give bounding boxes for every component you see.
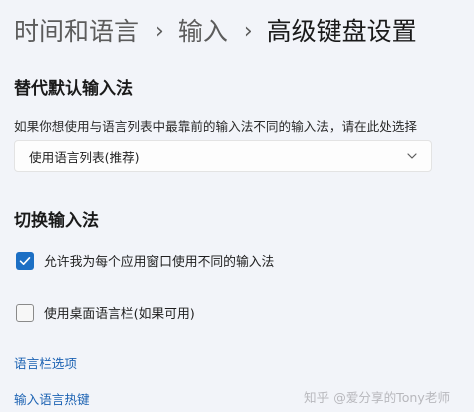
per-app-input-option[interactable]: 允许我为每个应用窗口使用不同的输入法	[16, 251, 274, 270]
chevron-down-icon	[407, 153, 417, 159]
breadcrumb-separator-icon: ›	[243, 19, 253, 44]
breadcrumb-typing[interactable]: 输入	[178, 12, 228, 52]
page-title: 高级键盘设置	[266, 17, 417, 46]
override-input-heading: 替代默认输入法	[14, 79, 133, 99]
default-input-method-dropdown[interactable]: 使用语言列表(推荐)	[14, 140, 432, 172]
watermark: 知乎 @爱分享的Tony老师	[304, 390, 451, 405]
language-bar-options-link[interactable]: 语言栏选项	[14, 353, 77, 372]
per-app-input-checkbox[interactable]	[16, 251, 34, 270]
override-input-description: 如果你想使用与语言列表中最靠前的输入法不同的输入法，请在此处选择	[14, 119, 417, 134]
input-language-hotkeys-link[interactable]: 输入语言热键	[14, 389, 90, 408]
breadcrumb: 时间和语言 › 输入 › 高级键盘设置	[14, 12, 417, 52]
dropdown-selected-value: 使用语言列表(推荐)	[29, 149, 140, 165]
switching-input-heading: 切换输入法	[14, 211, 99, 231]
breadcrumb-separator-icon: ›	[155, 19, 164, 44]
language-bar-option[interactable]: 使用桌面语言栏(如果可用)	[16, 303, 195, 322]
checkmark-icon	[19, 256, 31, 265]
per-app-input-label: 允许我为每个应用窗口使用不同的输入法	[44, 255, 275, 270]
language-bar-label: 使用桌面语言栏(如果可用)	[44, 307, 195, 322]
language-bar-checkbox[interactable]	[16, 303, 34, 322]
breadcrumb-time-language[interactable]: 时间和语言	[14, 12, 139, 52]
